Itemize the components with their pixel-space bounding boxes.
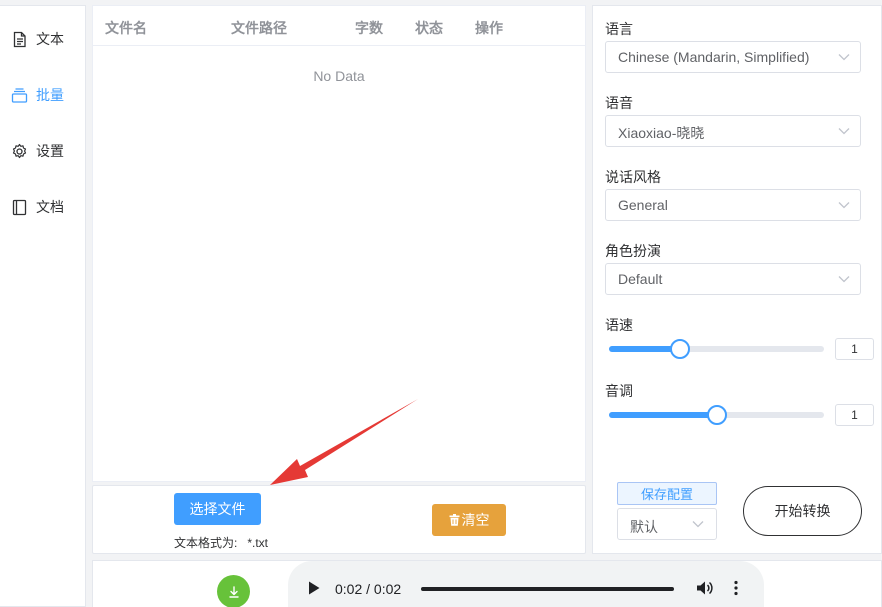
pitch-input[interactable]: 1 bbox=[835, 404, 874, 426]
column-header-actions[interactable]: 操作 bbox=[475, 18, 503, 38]
sidebar-item-label: 文档 bbox=[36, 199, 64, 215]
format-value: *.txt bbox=[247, 536, 269, 550]
chevron-down-icon bbox=[838, 54, 850, 61]
empty-state: No Data bbox=[313, 68, 365, 84]
role-select[interactable]: Default bbox=[605, 263, 861, 295]
start-convert-button[interactable]: 开始转换 bbox=[743, 486, 862, 536]
pitch-slider-fill bbox=[609, 412, 717, 418]
role-value: Default bbox=[618, 271, 663, 287]
file-controls: 选择文件 文本格式为: *.txt 清空 bbox=[92, 485, 586, 554]
play-icon[interactable] bbox=[308, 581, 320, 595]
speed-slider-handle[interactable] bbox=[669, 339, 690, 359]
voice-select[interactable]: Xiaoxiao-晓晓 bbox=[605, 115, 861, 147]
download-icon bbox=[228, 585, 239, 598]
chevron-down-icon bbox=[838, 128, 850, 135]
pitch-slider[interactable] bbox=[609, 405, 824, 425]
audio-progress-bar[interactable] bbox=[421, 587, 674, 591]
speed-label: 语速 bbox=[605, 317, 633, 333]
sidebar-item-label: 文本 bbox=[36, 31, 64, 47]
voice-value: Xiaoxiao-晓晓 bbox=[618, 125, 705, 141]
sidebar-item-text[interactable]: 文本 bbox=[0, 24, 86, 54]
settings-panel: 语言 Chinese (Mandarin, Simplified) 语音 Xia… bbox=[592, 5, 882, 554]
sidebar-item-settings[interactable]: 设置 bbox=[0, 136, 86, 166]
more-options-icon[interactable] bbox=[733, 580, 739, 596]
style-select[interactable]: General bbox=[605, 189, 861, 221]
pitch-slider-handle[interactable] bbox=[706, 405, 727, 425]
table-header: 文件名 文件路径 字数 状态 操作 bbox=[93, 6, 585, 46]
clear-button[interactable]: 清空 bbox=[432, 504, 506, 536]
sidebar-item-label: 批量 bbox=[36, 87, 64, 103]
speed-input[interactable]: 1 bbox=[835, 338, 874, 360]
audio-player: 0:02 / 0:02 bbox=[288, 561, 764, 607]
save-config-button[interactable]: 保存配置 bbox=[617, 482, 717, 505]
column-header-wordcount[interactable]: 字数 bbox=[355, 18, 383, 38]
sidebar-item-batch[interactable]: 批量 bbox=[0, 80, 86, 110]
format-label: 文本格式为: bbox=[174, 536, 238, 550]
layers-icon bbox=[11, 87, 28, 103]
preset-value: 默认 bbox=[630, 519, 658, 535]
notebook-icon bbox=[12, 199, 27, 215]
document-icon bbox=[13, 31, 26, 47]
column-header-filename[interactable]: 文件名 bbox=[105, 18, 147, 38]
file-table: 文件名 文件路径 字数 状态 操作 No Data bbox=[92, 5, 586, 482]
chevron-down-icon bbox=[838, 202, 850, 209]
player-bar: 0:02 / 0:02 bbox=[92, 560, 882, 607]
language-label: 语言 bbox=[605, 21, 633, 37]
volume-icon[interactable] bbox=[696, 580, 714, 596]
pitch-label: 音调 bbox=[605, 383, 633, 399]
sidebar-item-label: 设置 bbox=[36, 143, 64, 159]
choose-file-button[interactable]: 选择文件 bbox=[174, 493, 261, 525]
trash-icon bbox=[449, 514, 459, 526]
clear-label: 清空 bbox=[461, 512, 490, 528]
style-label: 说话风格 bbox=[605, 169, 661, 185]
preset-select[interactable]: 默认 bbox=[617, 508, 717, 540]
sidebar: 文本 批量 设置 文档 bbox=[0, 5, 86, 607]
chevron-down-icon bbox=[838, 276, 850, 283]
language-value: Chinese (Mandarin, Simplified) bbox=[618, 49, 810, 65]
download-button[interactable] bbox=[217, 575, 250, 607]
chevron-down-icon bbox=[692, 521, 704, 528]
column-header-status[interactable]: 状态 bbox=[415, 18, 443, 38]
language-select[interactable]: Chinese (Mandarin, Simplified) bbox=[605, 41, 861, 73]
voice-label: 语音 bbox=[605, 95, 633, 111]
format-hint: 文本格式为: *.txt bbox=[174, 534, 268, 551]
gear-icon bbox=[12, 143, 27, 158]
speed-slider[interactable] bbox=[609, 339, 824, 359]
sidebar-item-docs[interactable]: 文档 bbox=[0, 192, 86, 222]
role-label: 角色扮演 bbox=[605, 243, 661, 259]
column-header-path[interactable]: 文件路径 bbox=[231, 18, 287, 38]
time-display: 0:02 / 0:02 bbox=[335, 581, 402, 597]
style-value: General bbox=[618, 197, 668, 213]
